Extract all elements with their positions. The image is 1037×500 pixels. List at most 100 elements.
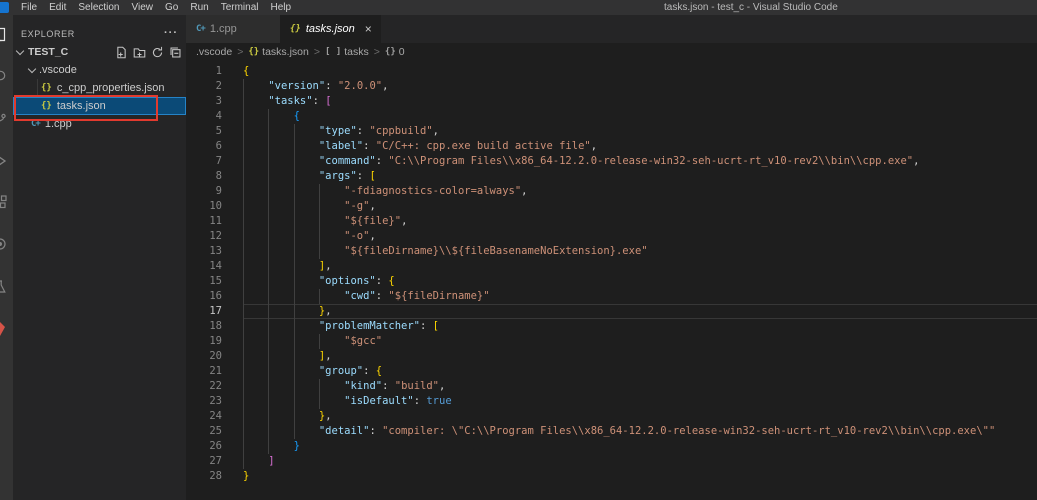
menu-bar: File Edit Selection View Go Run Terminal…	[15, 0, 297, 15]
tab-bar: C+ 1.cpp {} tasks.json ×	[186, 15, 1037, 43]
code-line[interactable]: 10 "-g",	[186, 199, 1037, 214]
code-line[interactable]: 1{	[186, 64, 1037, 79]
json-file-icon: {}	[41, 83, 52, 93]
line-number: 23	[209, 395, 222, 407]
code-line[interactable]: 18 "problemMatcher": [	[186, 319, 1037, 334]
code-text: "args": [	[243, 169, 1037, 184]
code-line[interactable]: 20 ],	[186, 349, 1037, 364]
new-folder-icon[interactable]	[133, 46, 146, 59]
code-line[interactable]: 9 "-fdiagnostics-color=always",	[186, 184, 1037, 199]
line-number: 21	[209, 365, 222, 377]
code-line[interactable]: 16 "cwd": "${fileDirname}"	[186, 289, 1037, 304]
code-line[interactable]: 7 "command": "C:\\Program Files\\x86_64-…	[186, 154, 1037, 169]
menu-view[interactable]: View	[126, 0, 160, 15]
tree-item-1-cpp[interactable]: C+ 1.cpp	[13, 115, 186, 133]
editor-group: C+ 1.cpp {} tasks.json × .vscode > {} ta…	[186, 15, 1037, 500]
menu-selection[interactable]: Selection	[72, 0, 125, 15]
code-line[interactable]: 15 "options": {	[186, 274, 1037, 289]
code-text: "problemMatcher": [	[243, 319, 1037, 334]
tree-item-c-cpp-properties[interactable]: {} c_cpp_properties.json	[13, 79, 186, 97]
code-line[interactable]: 27 ]	[186, 454, 1037, 469]
source-control-icon[interactable]	[0, 111, 8, 127]
more-actions-icon[interactable]: ···	[164, 27, 178, 39]
run-debug-icon[interactable]	[0, 153, 8, 169]
cpp-file-icon: C+	[196, 24, 206, 34]
code-text: "cwd": "${fileDirname}"	[243, 289, 1037, 304]
remote-explorer-icon[interactable]	[0, 237, 8, 253]
code-line[interactable]: 28}	[186, 469, 1037, 484]
code-line[interactable]: 26 }	[186, 439, 1037, 454]
code-line[interactable]: 19 "$gcc"	[186, 334, 1037, 349]
code-text: "options": {	[243, 274, 1037, 289]
code-line[interactable]: 11 "${file}",	[186, 214, 1037, 229]
cpp-file-icon: C+	[31, 119, 41, 129]
line-number: 20	[209, 350, 222, 362]
code-text: {	[243, 65, 250, 77]
code-line[interactable]: 23 "isDefault": true	[186, 394, 1037, 409]
line-number: 6	[215, 140, 222, 152]
code-text: "${fileDirname}\\${fileBasenameNoExtensi…	[243, 244, 1037, 259]
code-text: "label": "C/C++: cpp.exe build active fi…	[243, 139, 1037, 154]
explorer-header: EXPLORER ···	[13, 23, 186, 43]
code-line[interactable]: 4 {	[186, 109, 1037, 124]
refresh-icon[interactable]	[151, 46, 164, 59]
search-icon[interactable]	[0, 69, 8, 85]
code-line[interactable]: 25 "detail": "compiler: \"C:\\Program Fi…	[186, 424, 1037, 439]
breadcrumb-0[interactable]: 0	[399, 46, 405, 58]
close-tab-icon[interactable]: ×	[365, 23, 372, 35]
menu-go[interactable]: Go	[159, 0, 184, 15]
code-line[interactable]: 21 "group": {	[186, 364, 1037, 379]
explorer-icon[interactable]	[0, 27, 8, 43]
chevron-down-icon	[15, 46, 25, 55]
testing-icon[interactable]	[0, 279, 8, 295]
menu-terminal[interactable]: Terminal	[215, 0, 265, 15]
code-text: "group": {	[243, 364, 1037, 379]
tab-label: 1.cpp	[209, 23, 237, 35]
breadcrumb-tasks-json[interactable]: tasks.json	[262, 46, 309, 58]
code-line[interactable]: 14 ],	[186, 259, 1037, 274]
code-line[interactable]: 17 },	[186, 304, 1037, 319]
breadcrumb-tasks[interactable]: tasks	[344, 46, 369, 58]
code-line[interactable]: 6 "label": "C/C++: cpp.exe build active …	[186, 139, 1037, 154]
tab-1-cpp[interactable]: C+ 1.cpp	[186, 15, 280, 43]
menu-run[interactable]: Run	[184, 0, 214, 15]
line-number: 18	[209, 320, 222, 332]
code-line[interactable]: 22 "kind": "build",	[186, 379, 1037, 394]
code-line[interactable]: 3 "tasks": [	[186, 94, 1037, 109]
menu-edit[interactable]: Edit	[43, 0, 72, 15]
code-text: ],	[243, 349, 1037, 364]
collapse-all-icon[interactable]	[169, 46, 182, 59]
code-text: "isDefault": true	[243, 394, 1037, 409]
code-line[interactable]: 13 "${fileDirname}\\${fileBasenameNoExte…	[186, 244, 1037, 259]
tree-item-vscode-folder[interactable]: .vscode	[13, 61, 186, 79]
new-file-icon[interactable]	[115, 46, 128, 59]
title-bar: File Edit Selection View Go Run Terminal…	[0, 0, 1037, 15]
code-text: "-g",	[243, 199, 1037, 214]
code-line[interactable]: 12 "-o",	[186, 229, 1037, 244]
extensions-icon[interactable]	[0, 195, 8, 211]
code-line[interactable]: 8 "args": [	[186, 169, 1037, 184]
breadcrumb-vscode[interactable]: .vscode	[196, 46, 232, 58]
project-header[interactable]: TEST_C	[13, 43, 186, 61]
tab-tasks-json[interactable]: {} tasks.json ×	[280, 15, 381, 43]
line-number: 19	[209, 335, 222, 347]
code-editor[interactable]: 1{2 "version": "2.0.0", 3 "tasks": [4 {5 …	[186, 61, 1037, 500]
code-text: "type": "cppbuild",	[243, 124, 1037, 139]
line-number: 28	[209, 470, 222, 482]
menu-help[interactable]: Help	[265, 0, 298, 15]
line-number: 26	[209, 440, 222, 452]
line-number: 14	[209, 260, 222, 272]
code-line[interactable]: 5 "type": "cppbuild",	[186, 124, 1037, 139]
code-text: },	[243, 304, 1037, 319]
code-text: "kind": "build",	[243, 379, 1037, 394]
menu-file[interactable]: File	[15, 0, 43, 15]
line-number: 7	[215, 155, 222, 167]
project-name: TEST_C	[28, 46, 69, 58]
line-number: 24	[209, 410, 222, 422]
code-line[interactable]: 24 },	[186, 409, 1037, 424]
extension-badge-icon[interactable]	[0, 321, 8, 337]
folder-name: .vscode	[39, 64, 77, 76]
line-number: 1	[215, 65, 222, 77]
tree-item-tasks-json[interactable]: {} tasks.json	[13, 97, 186, 115]
code-line[interactable]: 2 "version": "2.0.0",	[186, 79, 1037, 94]
